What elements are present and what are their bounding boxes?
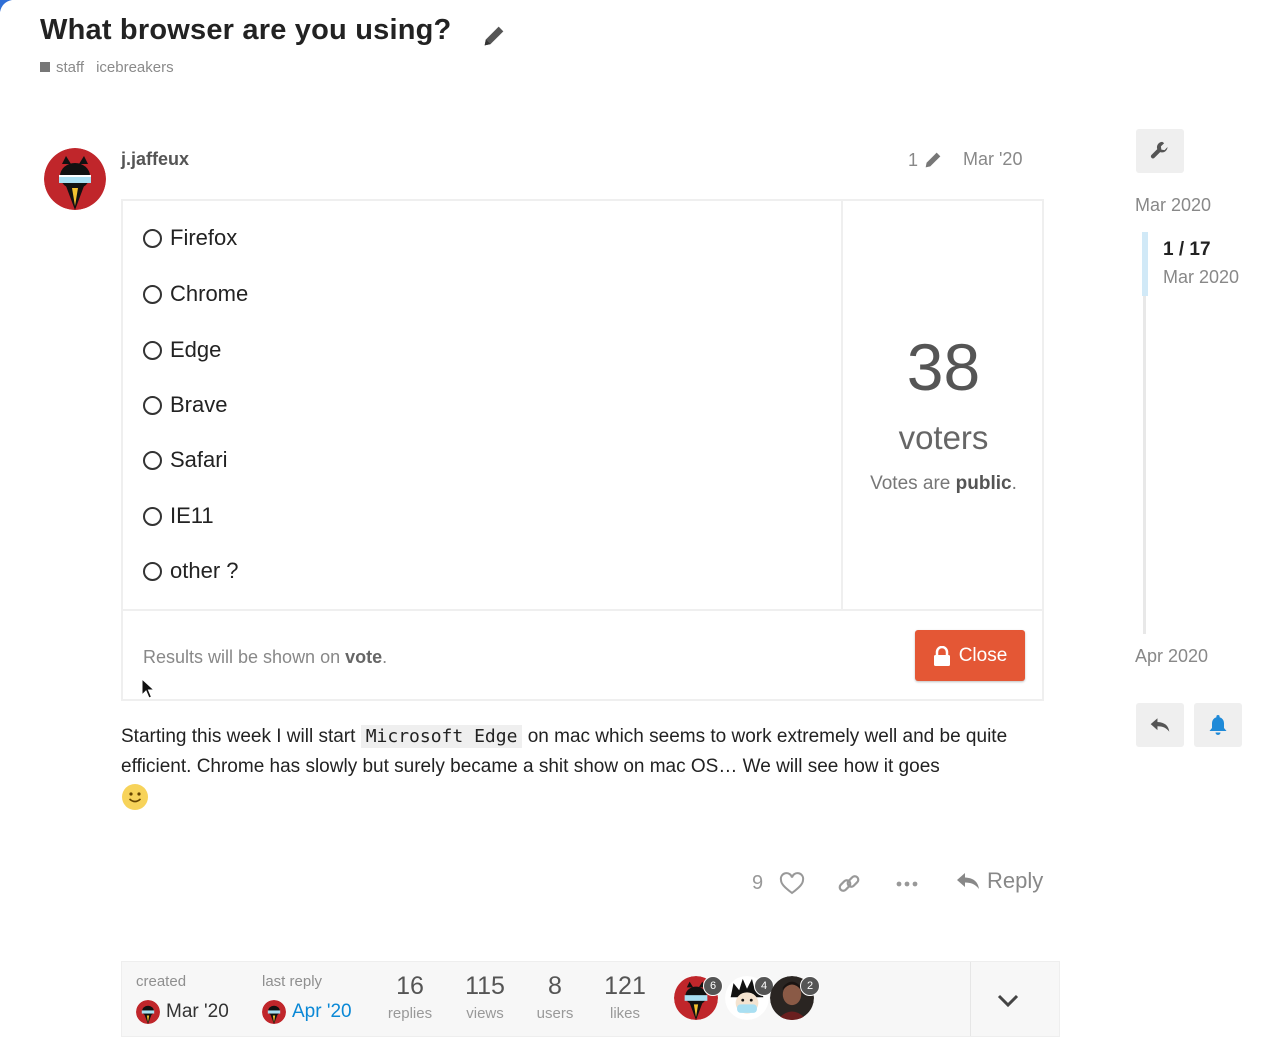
votes-public-suffix: . bbox=[1011, 473, 1017, 494]
radio-icon[interactable] bbox=[143, 561, 162, 581]
likes-count: 121 bbox=[604, 972, 646, 1000]
radio-icon[interactable] bbox=[143, 228, 162, 248]
like-count[interactable]: 9 bbox=[752, 872, 763, 895]
last-reply-date: Apr '20 bbox=[292, 1001, 352, 1022]
admin-wrench-button[interactable] bbox=[1136, 129, 1184, 173]
poll-option-brave[interactable]: Brave bbox=[143, 392, 227, 418]
topic-title[interactable]: What browser are you using? bbox=[40, 14, 451, 47]
radio-icon[interactable] bbox=[143, 395, 162, 415]
last-reply-info[interactable]: Apr '20 bbox=[262, 1000, 352, 1024]
topic-map-divider bbox=[970, 962, 971, 1036]
bell-icon bbox=[1209, 715, 1227, 735]
poll-option-label: Brave bbox=[170, 392, 228, 417]
votes-public-strong: public bbox=[955, 473, 1012, 494]
users-label: users bbox=[536, 1005, 574, 1022]
timeline-end-date[interactable]: Apr 2020 bbox=[1135, 646, 1208, 667]
avatar[interactable] bbox=[44, 148, 106, 210]
avatar bbox=[136, 1000, 160, 1024]
poll-option-label: Edge bbox=[170, 337, 222, 362]
inline-code: Microsoft Edge bbox=[360, 725, 523, 748]
slightly-smiling-face-icon bbox=[122, 784, 148, 810]
close-poll-button[interactable]: Close bbox=[915, 630, 1025, 681]
avatar bbox=[262, 1000, 286, 1024]
replies-label: replies bbox=[387, 1005, 433, 1022]
close-poll-label: Close bbox=[958, 644, 1008, 666]
poll-option-safari[interactable]: Safari bbox=[143, 447, 227, 473]
pencil-icon[interactable] bbox=[480, 22, 508, 50]
poll: Firefox Chrome Edge Brave Safari IE11 ot… bbox=[121, 199, 1044, 701]
participant-post-count: 6 bbox=[703, 976, 723, 996]
topic-map: created Mar '20 last reply Apr '20 16 re… bbox=[121, 961, 1060, 1037]
reply-button[interactable]: Reply bbox=[955, 868, 1043, 894]
post-text-start: Starting this week I will start bbox=[121, 726, 361, 747]
participant-post-count: 2 bbox=[800, 976, 820, 996]
category-square-icon bbox=[40, 62, 50, 72]
category-label: staff bbox=[56, 59, 85, 76]
poll-footer: Results will be shown on vote. Close bbox=[123, 609, 1042, 701]
voters-label: voters bbox=[898, 419, 989, 456]
reply-label: Reply bbox=[987, 868, 1044, 893]
post-body: Starting this week I will start Microsof… bbox=[121, 722, 1051, 782]
created-info[interactable]: Mar '20 bbox=[136, 1000, 229, 1024]
link-icon[interactable] bbox=[836, 872, 862, 896]
poll-option-label: IE11 bbox=[170, 503, 214, 528]
poll-option-label: Firefox bbox=[170, 225, 238, 250]
lock-icon bbox=[933, 645, 950, 666]
radio-icon[interactable] bbox=[143, 284, 162, 304]
replies-count: 16 bbox=[396, 972, 424, 1000]
poll-option-firefox[interactable]: Firefox bbox=[143, 225, 237, 251]
mouse-cursor-icon bbox=[141, 678, 155, 699]
heart-icon[interactable] bbox=[779, 872, 805, 896]
topic-tags: staff icebreakers bbox=[40, 59, 174, 76]
poll-options: Firefox Chrome Edge Brave Safari IE11 ot… bbox=[123, 201, 843, 609]
radio-icon[interactable] bbox=[143, 340, 162, 360]
views-label: views bbox=[466, 1005, 504, 1022]
edit-count: 1 bbox=[908, 149, 919, 170]
radio-icon[interactable] bbox=[143, 450, 162, 470]
likes-label: likes bbox=[609, 1005, 640, 1022]
pencil-icon bbox=[925, 152, 941, 168]
radio-icon[interactable] bbox=[143, 506, 162, 526]
timeline-handle[interactable] bbox=[1142, 232, 1148, 296]
results-message: Results will be shown on vote. bbox=[143, 647, 387, 668]
poll-option-chrome[interactable]: Chrome bbox=[143, 281, 248, 307]
wrench-icon bbox=[1150, 141, 1168, 159]
edit-history-button[interactable]: 1 bbox=[908, 149, 944, 171]
chevron-down-icon[interactable] bbox=[992, 984, 1024, 1016]
poll-option-edge[interactable]: Edge bbox=[143, 337, 221, 363]
notifications-button[interactable] bbox=[1194, 703, 1242, 747]
last-reply-label: last reply bbox=[262, 973, 323, 990]
poll-option-label: Safari bbox=[170, 447, 228, 472]
votes-public-note: Votes are public. bbox=[843, 473, 1044, 495]
users-count: 8 bbox=[548, 972, 562, 1000]
reply-arrow-icon bbox=[957, 873, 979, 889]
post-date[interactable]: Mar '20 bbox=[963, 149, 1022, 170]
voters-count: 38 bbox=[906, 330, 981, 404]
timeline-reply-button[interactable] bbox=[1136, 703, 1184, 747]
created-date: Mar '20 bbox=[166, 1001, 229, 1022]
poll-option-label: Chrome bbox=[170, 281, 249, 306]
timeline-position: 1 / 17 bbox=[1163, 239, 1211, 260]
created-label: created bbox=[136, 973, 187, 990]
poll-option-other[interactable]: other ? bbox=[143, 558, 239, 584]
poll-info: 38 voters Votes are public. bbox=[843, 201, 1044, 609]
timeline-start-date[interactable]: Mar 2020 bbox=[1135, 195, 1211, 216]
views-count: 115 bbox=[465, 972, 505, 1000]
post-username[interactable]: j.jaffeux bbox=[121, 149, 189, 170]
more-options-icon[interactable] bbox=[893, 874, 921, 894]
reply-arrow-icon bbox=[1150, 718, 1170, 732]
results-strong: vote bbox=[345, 647, 383, 667]
timeline-position-date: Mar 2020 bbox=[1163, 267, 1240, 287]
window-corner-accent bbox=[0, 0, 12, 12]
poll-option-ie11[interactable]: IE11 bbox=[143, 503, 214, 529]
poll-option-label: other ? bbox=[170, 558, 239, 583]
votes-public-prefix: Votes are bbox=[870, 473, 956, 494]
tag-icebreakers[interactable]: icebreakers bbox=[96, 59, 174, 76]
category-badge[interactable]: staff bbox=[40, 59, 84, 76]
results-prefix: Results will be shown on bbox=[143, 647, 346, 667]
results-suffix: . bbox=[382, 647, 388, 667]
